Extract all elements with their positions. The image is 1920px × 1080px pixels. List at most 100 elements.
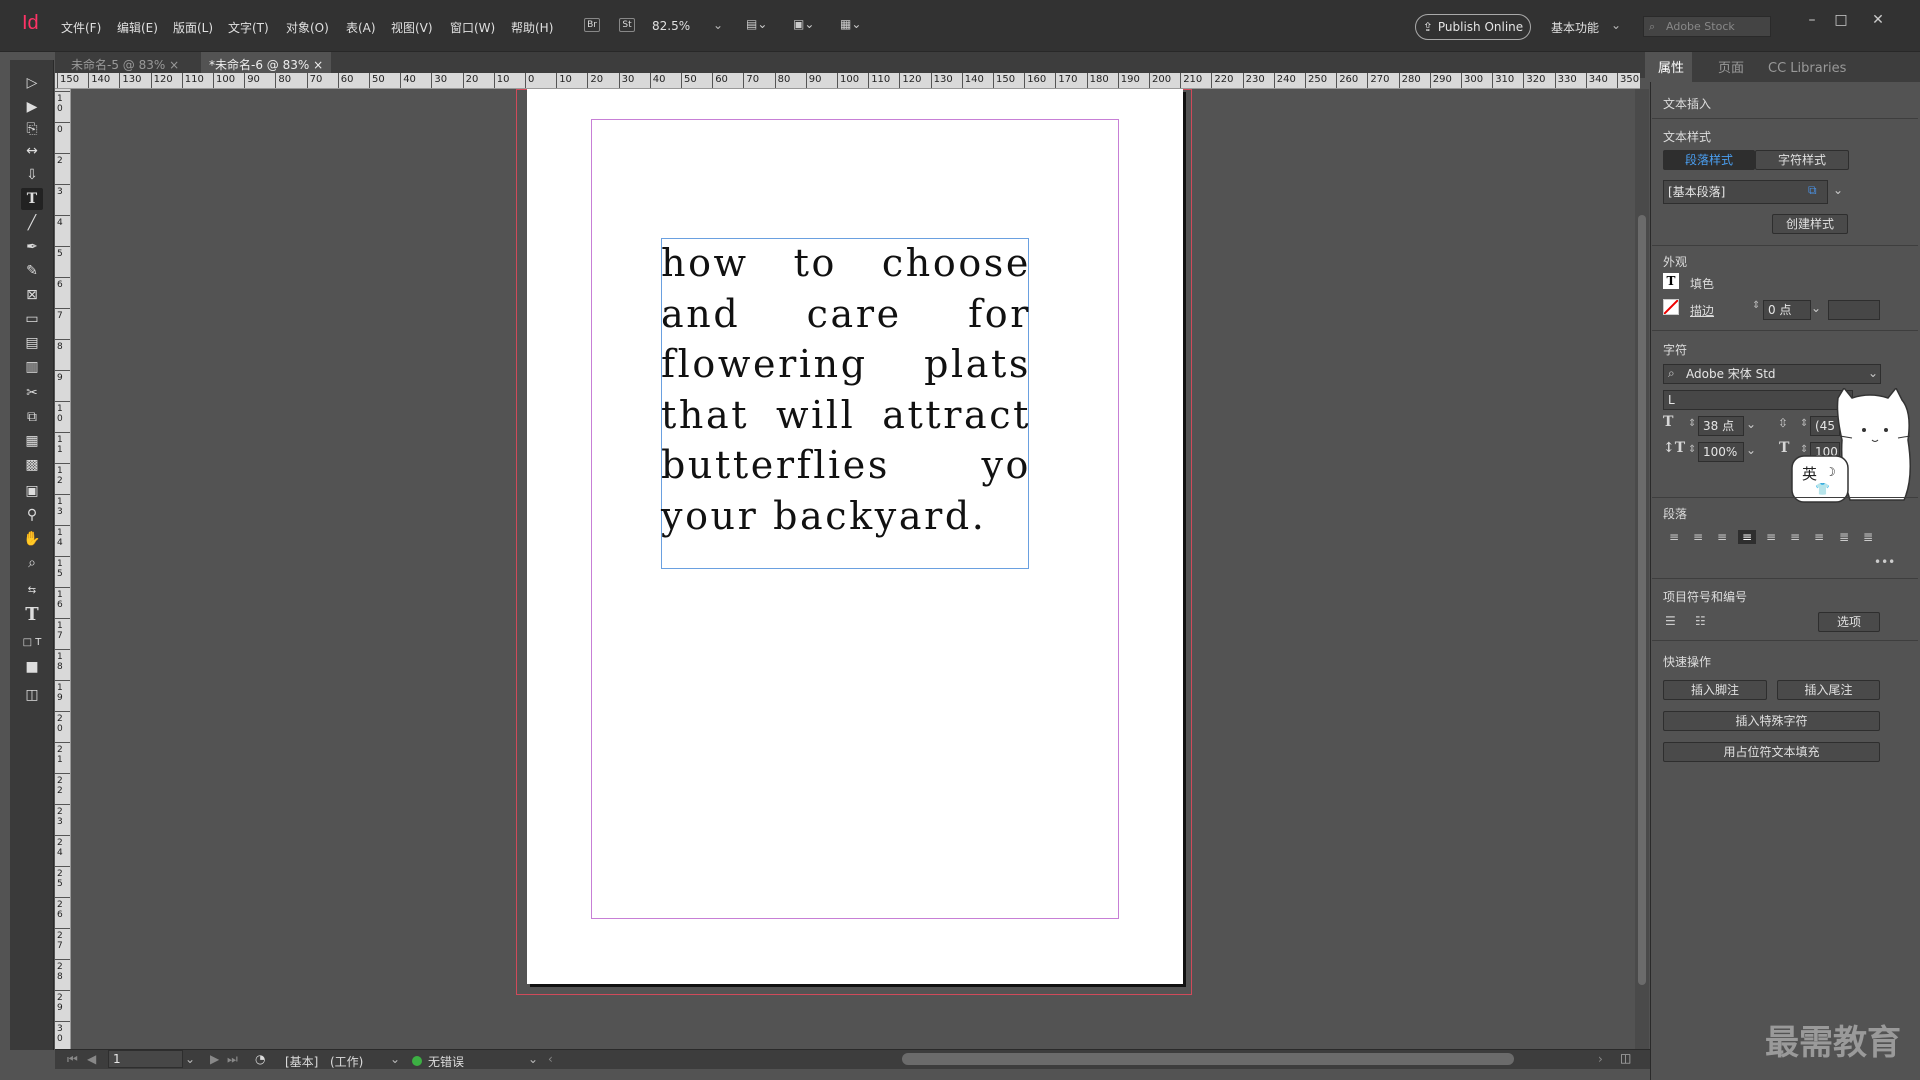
- minimize-icon[interactable]: –: [1802, 12, 1822, 28]
- direct-selection-tool-icon[interactable]: ▶: [21, 96, 43, 118]
- style-dropdown-icon[interactable]: ⌄: [1833, 183, 1843, 197]
- insert-special-character-button[interactable]: 插入特殊字符: [1663, 711, 1880, 731]
- open-page-icon[interactable]: ◔: [255, 1052, 265, 1066]
- close-icon[interactable]: ✕: [1868, 12, 1888, 28]
- font-size-field[interactable]: 38 点: [1698, 416, 1744, 436]
- font-family-field[interactable]: Adobe 宋体 Std: [1663, 364, 1881, 384]
- horizontal-ruler[interactable]: 150 140 130 120 110 100 90 80 70 60 50 40 30 20 10 0 10 2…: [55, 73, 1640, 89]
- vertical-scale-field[interactable]: 100%: [1698, 442, 1744, 462]
- justify-all-icon[interactable]: ≡: [1810, 530, 1828, 544]
- content-collector-icon[interactable]: ⇩: [21, 164, 43, 186]
- justify-right-icon[interactable]: ≡: [1786, 530, 1804, 544]
- insert-endnote-button[interactable]: 插入尾注: [1777, 680, 1880, 700]
- create-style-button[interactable]: 创建样式: [1772, 214, 1848, 234]
- menu-help[interactable]: 帮助(H): [511, 19, 553, 36]
- zoom-dropdown-icon[interactable]: ⌄: [713, 18, 723, 32]
- close-tab-icon[interactable]: ×: [313, 58, 323, 72]
- type-tool-icon[interactable]: T: [21, 188, 43, 210]
- stroke-label[interactable]: 描边: [1690, 302, 1714, 319]
- rectangle-tool-icon[interactable]: ▭: [21, 308, 43, 330]
- eyedropper-tool-icon[interactable]: ⚲: [21, 504, 43, 526]
- split-window-icon[interactable]: ◫: [1620, 1051, 1631, 1065]
- menu-file[interactable]: 文件(F): [61, 19, 101, 36]
- bullets-options-button[interactable]: 选项: [1818, 612, 1880, 632]
- justify-left-icon[interactable]: ≡: [1738, 530, 1756, 544]
- menu-window[interactable]: 窗口(W): [450, 19, 495, 36]
- first-page-icon[interactable]: ⏮: [67, 1052, 78, 1067]
- page-dropdown-icon[interactable]: ⌄: [185, 1052, 195, 1066]
- gap-tool-icon[interactable]: ↔: [21, 140, 43, 162]
- screen-mode-tool-icon[interactable]: ◫: [21, 684, 43, 706]
- fill-swatch-icon[interactable]: T: [1663, 273, 1679, 289]
- tab-cc-libraries[interactable]: CC Libraries: [1768, 52, 1846, 82]
- menu-layout[interactable]: 版面(L): [173, 19, 213, 36]
- menu-table[interactable]: 表(A): [346, 19, 376, 36]
- workspace-dropdown-icon[interactable]: ⌄: [1611, 18, 1621, 32]
- font-size-stepper-icon[interactable]: ⇕: [1688, 418, 1696, 429]
- paragraph-style-tab[interactable]: 段落样式: [1663, 150, 1755, 170]
- vertical-scroll-thumb[interactable]: [1638, 215, 1646, 985]
- stock-icon[interactable]: St: [619, 18, 635, 32]
- hand-tool-icon[interactable]: ✋: [21, 528, 43, 550]
- pencil-tool-icon[interactable]: ✎: [21, 260, 43, 282]
- ime-shirt-icon[interactable]: 👕: [1815, 482, 1830, 496]
- vertical-ruler[interactable]: 10 0 2 3 4 5 6 7 8 9 10 11 12 13 14 15 16 17 18 19 20 21 22 23 2…: [55, 89, 71, 1049]
- rectangle-frame-tool-icon[interactable]: ⊠: [21, 284, 43, 306]
- horizontal-scroll-thumb[interactable]: [902, 1053, 1514, 1065]
- preflight-label[interactable]: 无错误: [428, 1053, 464, 1070]
- align-left-icon[interactable]: ≡: [1665, 530, 1683, 544]
- menu-edit[interactable]: 编辑(E): [117, 19, 158, 36]
- stroke-swatch-icon[interactable]: [1663, 299, 1679, 315]
- page-tool-icon[interactable]: ⎘: [21, 118, 43, 140]
- paragraph-style-field[interactable]: [基本段落]: [1663, 180, 1828, 204]
- zoom-tool-icon[interactable]: ⌕: [21, 552, 43, 574]
- vertical-grid-tool-icon[interactable]: ▥: [21, 356, 43, 378]
- tab-properties[interactable]: 属性: [1650, 52, 1693, 82]
- gradient-tool-icon[interactable]: ▦: [21, 430, 43, 452]
- scroll-right-icon[interactable]: ›: [1598, 1052, 1603, 1066]
- apply-color-icon[interactable]: ■: [21, 656, 43, 678]
- vscale-dropdown-icon[interactable]: ⌄: [1746, 443, 1756, 457]
- close-tab-icon[interactable]: ×: [169, 58, 179, 72]
- zoom-level[interactable]: 82.5%: [652, 19, 690, 33]
- align-away-spine-icon[interactable]: ≣: [1859, 530, 1877, 544]
- free-transform-tool-icon[interactable]: ⧉: [21, 406, 43, 428]
- formatting-affects-icon[interactable]: □ T: [21, 632, 43, 654]
- note-tool-icon[interactable]: ▣: [21, 480, 43, 502]
- next-page-icon[interactable]: ▶: [210, 1052, 219, 1066]
- maximize-icon[interactable]: □: [1831, 12, 1851, 28]
- swap-colors-icon[interactable]: ⇆: [21, 580, 43, 602]
- gradient-feather-tool-icon[interactable]: ▩: [21, 454, 43, 476]
- fill-stroke-icon[interactable]: T: [21, 604, 43, 626]
- frame-text[interactable]: how to choose and care for flowering pla…: [661, 238, 1031, 541]
- stroke-weight-dropdown-icon[interactable]: ⌄: [1811, 301, 1821, 315]
- font-dropdown-icon[interactable]: ⌄: [1868, 366, 1878, 380]
- align-right-icon[interactable]: ≡: [1713, 530, 1731, 544]
- menu-view[interactable]: 视图(V): [391, 19, 433, 36]
- scroll-left-icon[interactable]: ‹: [548, 1052, 553, 1066]
- prev-page-icon[interactable]: ◀: [87, 1052, 96, 1066]
- last-page-icon[interactable]: ⏭: [227, 1052, 238, 1067]
- new-style-icon[interactable]: ⧉: [1808, 183, 1817, 198]
- align-center-icon[interactable]: ≡: [1689, 530, 1707, 544]
- workspace-switcher[interactable]: 基本功能: [1551, 19, 1599, 36]
- align-towards-spine-icon[interactable]: ≣: [1835, 530, 1853, 544]
- numbered-list-icon[interactable]: ☷: [1695, 614, 1706, 628]
- stroke-weight-field[interactable]: 0 点: [1763, 300, 1811, 320]
- selection-tool-icon[interactable]: ▷: [21, 72, 43, 94]
- tab-pages[interactable]: 页面: [1718, 52, 1744, 82]
- font-size-dropdown-icon[interactable]: ⌄: [1746, 417, 1756, 431]
- vscale-stepper-icon[interactable]: ⇕: [1688, 444, 1696, 455]
- pen-tool-icon[interactable]: ✒: [21, 236, 43, 258]
- ime-moon-icon[interactable]: ☽: [1825, 465, 1836, 479]
- ime-indicator[interactable]: 英: [1802, 463, 1817, 484]
- menu-type[interactable]: 文字(T): [228, 19, 269, 36]
- mode-dropdown-icon[interactable]: ⌄: [390, 1052, 400, 1066]
- menu-object[interactable]: 对象(O): [286, 19, 329, 36]
- character-style-tab[interactable]: 字符样式: [1755, 150, 1849, 170]
- publish-online-button[interactable]: ⇪ Publish Online: [1415, 14, 1531, 40]
- justify-center-icon[interactable]: ≡: [1762, 530, 1780, 544]
- preflight-dropdown-icon[interactable]: ⌄: [528, 1052, 538, 1066]
- page-number-field[interactable]: 1: [108, 1050, 183, 1068]
- adobe-stock-search[interactable]: ⌕ Adobe Stock: [1643, 16, 1771, 37]
